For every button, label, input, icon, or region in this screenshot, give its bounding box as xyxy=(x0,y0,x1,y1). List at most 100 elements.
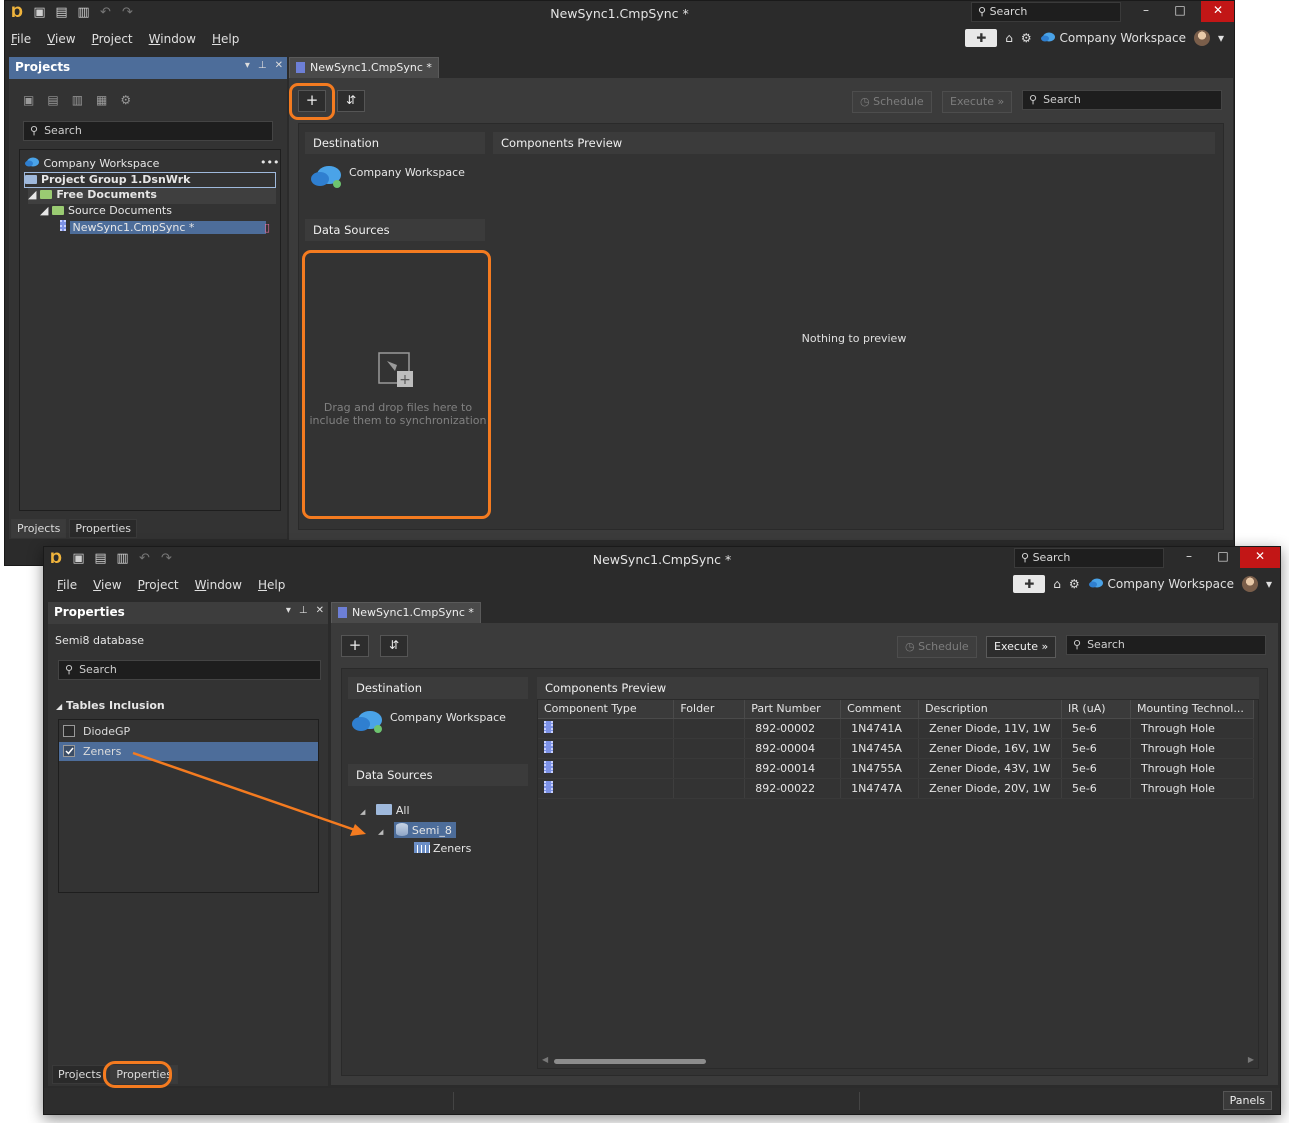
menu-view[interactable]: View xyxy=(47,32,75,46)
home-icon[interactable]: ⌂ xyxy=(1005,31,1013,45)
execute-button[interactable]: Execute » xyxy=(986,636,1057,658)
close-button[interactable]: ✕ xyxy=(1240,547,1280,568)
menu-help[interactable]: Help xyxy=(212,32,239,46)
table-row[interactable]: 892-00014 1N4755A Zener Diode, 43V, 1W 5… xyxy=(538,758,1255,779)
zeners-checkbox[interactable] xyxy=(63,745,75,757)
table-row[interactable]: 892-00022 1N4747A Zener Diode, 20V, 1W 5… xyxy=(538,778,1255,799)
scroll-left-icon[interactable]: ◀ xyxy=(542,1055,548,1064)
pin-icon[interactable]: ⊥ xyxy=(299,605,308,616)
doc-search-input[interactable]: ⚲ Search xyxy=(1022,90,1222,110)
execute-button[interactable]: Execute » xyxy=(942,91,1013,113)
panel-close-icon[interactable]: ✕ xyxy=(275,60,283,71)
horizontal-scrollbar[interactable]: ◀ ▶ xyxy=(538,1054,1258,1068)
tab-properties[interactable]: Properties xyxy=(110,1065,178,1084)
save-all-projects-icon[interactable]: ▤ xyxy=(47,93,58,107)
tree-free-documents[interactable]: ◢ Free Documents xyxy=(28,188,276,204)
tree-file-cmpsync[interactable]: NewSync1.CmpSync * ▯ xyxy=(60,220,276,236)
col-folder[interactable]: Folder xyxy=(673,700,746,719)
clock-icon: ◷ xyxy=(905,640,915,653)
close-project-icon[interactable]: ▥ xyxy=(72,93,83,107)
pin-icon[interactable]: ⊥ xyxy=(258,60,267,71)
expand-icon[interactable]: ◢ xyxy=(28,188,36,201)
user-avatar[interactable] xyxy=(1241,576,1258,592)
col-component-type[interactable]: Component Type xyxy=(538,700,675,719)
collapse-icon[interactable]: ◢ xyxy=(378,828,383,836)
col-part-number[interactable]: Part Number xyxy=(744,700,842,719)
comments-button[interactable]: ✚ xyxy=(965,29,998,47)
source-tree-table[interactable]: Zeners xyxy=(414,842,471,858)
col-comment[interactable]: Comment xyxy=(840,700,920,719)
cloud-destination-icon xyxy=(309,162,349,192)
table-row[interactable]: 892-00002 1N4741A Zener Diode, 11V, 1W 5… xyxy=(538,718,1255,739)
menu-file[interactable]: File xyxy=(11,32,31,46)
more-options-icon[interactable]: ••• xyxy=(260,156,279,172)
menu-help[interactable]: Help xyxy=(258,578,285,592)
chevron-down-icon[interactable]: ▾ xyxy=(1266,577,1272,591)
tab-properties[interactable]: Properties xyxy=(69,519,137,538)
add-button[interactable]: + xyxy=(298,90,326,112)
compile-icon[interactable]: ▦ xyxy=(96,93,107,107)
workspace-selector[interactable]: Company Workspace xyxy=(1040,31,1186,45)
scrollbar-thumb[interactable] xyxy=(554,1059,706,1064)
tree-source-documents[interactable]: ◢ Source Documents xyxy=(40,204,172,220)
global-search-input[interactable]: ⚲ Search xyxy=(1014,548,1164,568)
panel-close-icon[interactable]: ✕ xyxy=(316,605,324,616)
tables-inclusion-section[interactable]: ◢ Tables Inclusion xyxy=(56,699,165,715)
schedule-button[interactable]: ◷ Schedule xyxy=(852,91,932,113)
close-button[interactable]: ✕ xyxy=(1201,1,1234,22)
minimize-button[interactable]: – xyxy=(1174,547,1204,568)
menu-project[interactable]: Project xyxy=(138,578,179,592)
gear-icon[interactable]: ⚙ xyxy=(1021,31,1032,45)
schedule-button[interactable]: ◷ Schedule xyxy=(897,636,977,658)
user-avatar[interactable] xyxy=(1193,30,1210,46)
expand-icon[interactable]: ◢ xyxy=(40,204,48,217)
panel-menu-icon[interactable]: ▾ xyxy=(286,605,291,616)
menu-file[interactable]: File xyxy=(57,578,77,592)
comments-button[interactable]: ✚ xyxy=(1013,575,1046,593)
doc-tab-cmpsync[interactable]: NewSync1.CmpSync * xyxy=(289,57,439,78)
add-button[interactable]: + xyxy=(341,635,369,657)
panel-menu-icon[interactable]: ▾ xyxy=(245,60,250,71)
doc-tab-cmpsync[interactable]: NewSync1.CmpSync * xyxy=(331,602,481,623)
tab-projects[interactable]: Projects xyxy=(11,519,67,538)
table-row[interactable]: 892-00004 1N4745A Zener Diode, 16V, 1W 5… xyxy=(538,738,1255,759)
source-tree-db[interactable]: ◢ Semi_8 xyxy=(378,822,456,838)
table-item-diodegp[interactable]: DiodeGP xyxy=(59,722,318,741)
gear-icon[interactable]: ⚙ xyxy=(1069,577,1080,591)
col-ir[interactable]: IR (uA) xyxy=(1061,700,1131,719)
destination-name: Company Workspace xyxy=(390,711,506,724)
doc-search-input[interactable]: ⚲ Search xyxy=(1066,635,1266,655)
collapse-icon[interactable]: ◢ xyxy=(56,702,62,711)
maximize-button[interactable]: □ xyxy=(1165,1,1195,22)
menu-window[interactable]: Window xyxy=(149,32,196,46)
project-options-icon[interactable]: ⚙ xyxy=(120,93,131,107)
home-icon[interactable]: ⌂ xyxy=(1053,577,1061,591)
workspace-selector[interactable]: Company Workspace xyxy=(1088,577,1234,591)
save-project-icon[interactable]: ▣ xyxy=(23,93,34,107)
col-description[interactable]: Description xyxy=(918,700,1063,719)
properties-search-input[interactable]: ⚲ Search xyxy=(58,660,321,680)
minimize-button[interactable]: – xyxy=(1131,1,1161,22)
table-item-zeners[interactable]: Zeners xyxy=(59,742,318,761)
tab-projects[interactable]: Projects xyxy=(52,1065,108,1084)
projects-search-input[interactable]: ⚲ Search xyxy=(23,121,273,141)
tree-project-group[interactable]: Project Group 1.DsnWrk xyxy=(24,172,276,188)
scroll-right-icon[interactable]: ▶ xyxy=(1248,1055,1254,1064)
panels-button[interactable]: Panels xyxy=(1222,1091,1272,1110)
tree-workspace[interactable]: Company Workspace xyxy=(24,156,159,172)
maximize-button[interactable]: □ xyxy=(1208,547,1238,568)
source-tree-all[interactable]: ◢ All xyxy=(360,804,410,820)
menu-project[interactable]: Project xyxy=(92,32,133,46)
menu-view[interactable]: View xyxy=(93,578,121,592)
source-all-label: All xyxy=(395,804,410,817)
menu-window[interactable]: Window xyxy=(195,578,242,592)
chevron-down-icon[interactable]: ▾ xyxy=(1218,31,1224,45)
drop-zone[interactable]: + Drag and drop files here to include th… xyxy=(305,247,491,517)
swap-button[interactable]: ⇵ xyxy=(337,90,365,112)
data-sources-header: Data Sources xyxy=(348,764,528,786)
diodegp-checkbox[interactable] xyxy=(63,725,75,737)
swap-button[interactable]: ⇵ xyxy=(380,635,408,657)
collapse-icon[interactable]: ◢ xyxy=(360,808,365,816)
col-mounting[interactable]: Mounting Technol... xyxy=(1130,700,1255,719)
global-search-input[interactable]: ⚲ Search xyxy=(971,2,1121,22)
